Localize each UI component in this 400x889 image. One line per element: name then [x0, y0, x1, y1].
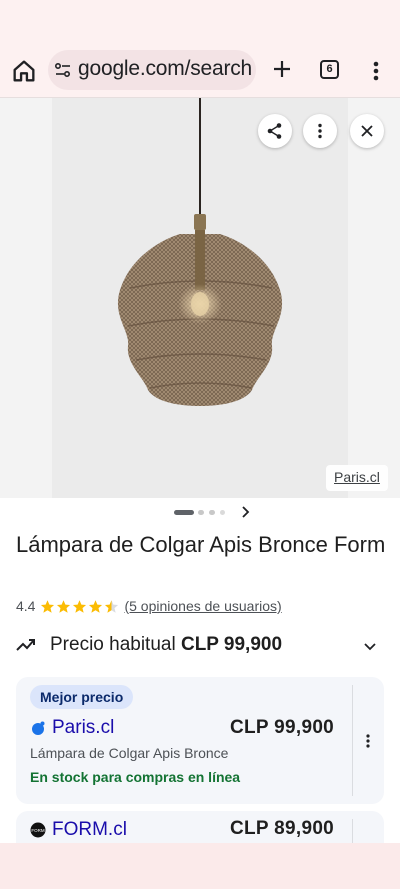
rating-value: 4.4	[16, 598, 36, 614]
url-text[interactable]: google.com/search	[78, 57, 252, 81]
carousel-dot[interactable]	[174, 510, 194, 515]
paris-logo-icon	[32, 721, 45, 735]
card-divider	[352, 685, 353, 796]
reviews-link[interactable]: (5 opiniones de usuarios)	[124, 598, 281, 614]
star-rating	[40, 599, 120, 614]
carousel-indicator	[0, 500, 400, 526]
pendant-lamp-image	[117, 98, 283, 406]
share-button[interactable]	[258, 114, 292, 148]
image-source-link[interactable]: Paris.cl	[326, 465, 388, 491]
usual-price-text: Precio habitual CLP 99,900	[50, 634, 283, 655]
rating-row: 4.4 (5 opiniones de usuarios)	[16, 596, 282, 616]
close-icon	[361, 125, 373, 137]
star-icon	[73, 599, 87, 613]
more-vert-icon[interactable]	[362, 733, 374, 749]
tab-switcher-button[interactable]: 6	[320, 60, 339, 79]
store-row[interactable]: FORM FORM.cl	[30, 817, 127, 843]
form-logo-icon: FORM	[30, 822, 46, 838]
new-tab-icon[interactable]	[270, 57, 294, 81]
carousel-dot[interactable]	[220, 510, 225, 515]
stock-status: En stock para compras en línea	[30, 769, 241, 785]
star-icon	[57, 599, 71, 613]
store-name[interactable]: Paris.cl	[52, 717, 114, 739]
more-vert-icon	[318, 123, 322, 139]
trending-icon	[16, 639, 35, 651]
offer-price: CLP 89,900	[230, 818, 335, 839]
usual-price-value: CLP 99,900	[180, 634, 283, 655]
product-image[interactable]	[52, 98, 348, 498]
status-bar	[0, 0, 400, 44]
best-price-badge: Mejor precio	[30, 685, 134, 709]
svg-text:FORM: FORM	[31, 828, 44, 833]
store-row[interactable]: Paris.cl	[30, 715, 114, 741]
star-half-icon	[105, 599, 119, 613]
usual-price-row[interactable]: Precio habitual CLP 99,900	[0, 628, 400, 664]
chevron-right-icon[interactable]	[238, 505, 252, 519]
more-vert-icon[interactable]	[366, 57, 386, 85]
carousel-dot[interactable]	[209, 510, 215, 515]
star-icon	[41, 599, 55, 613]
offer-price: CLP 99,900	[230, 717, 335, 738]
address-bar[interactable]: google.com/search	[48, 50, 256, 90]
star-icon	[89, 599, 103, 613]
bottom-bar	[0, 843, 400, 889]
offer-description: Lámpara de Colgar Apis Bronce	[30, 745, 229, 761]
share-icon	[267, 123, 282, 139]
browser-toolbar: google.com/search 6	[0, 44, 400, 98]
product-title: Lámpara de Colgar Apis Bronce Form	[16, 532, 386, 557]
chevron-down-icon[interactable]	[362, 638, 378, 654]
tune-icon[interactable]	[54, 61, 72, 79]
viewer-menu-button[interactable]	[303, 114, 337, 148]
offer-card[interactable]: Mejor precio Paris.cl CLP 99,900 Lámpara…	[16, 677, 384, 804]
close-button[interactable]	[350, 114, 384, 148]
carousel-dot[interactable]	[198, 510, 204, 515]
image-viewer[interactable]: Paris.cl	[0, 98, 400, 498]
store-name[interactable]: FORM.cl	[52, 819, 127, 841]
home-icon[interactable]	[10, 57, 38, 85]
